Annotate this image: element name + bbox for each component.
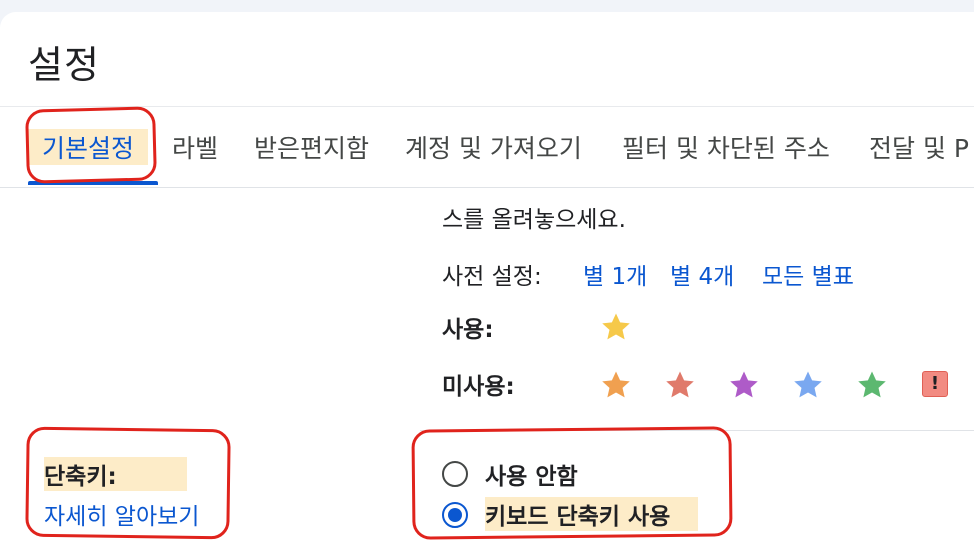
tab-accounts-import[interactable]: 계정 및 가져오기: [405, 129, 582, 165]
star-icon-green[interactable]: [855, 368, 889, 402]
shortcuts-label: 단축키:: [44, 457, 187, 491]
shortcuts-on-label[interactable]: 키보드 단축키 사용: [485, 497, 699, 531]
star-icon-blue[interactable]: [791, 368, 825, 402]
presets-label: 사전 설정:: [442, 264, 542, 290]
page-title: 설정: [28, 43, 100, 87]
settings-panel: 설정 기본설정 라벨 받은편지함 계정 및 가져오기 필터 및 차단된 주소 전…: [0, 12, 974, 552]
active-tab-indicator: [28, 181, 158, 185]
settings-tabs: 기본설정 라벨 받은편지함 계정 및 가져오기 필터 및 차단된 주소 전달 및…: [0, 107, 974, 187]
stars-description: 스를 올려놓으세요.: [442, 207, 626, 233]
shortcuts-on-radio[interactable]: [442, 502, 468, 528]
not-in-use-label: 미사용:: [442, 374, 515, 400]
tab-labels[interactable]: 라벨: [172, 129, 218, 165]
preset-1-star-link[interactable]: 별 1개: [583, 257, 647, 291]
tab-general[interactable]: 기본설정: [28, 129, 149, 165]
tab-filters-blocked[interactable]: 필터 및 차단된 주소: [622, 129, 830, 165]
preset-4-stars-link[interactable]: 별 4개: [670, 257, 734, 291]
shortcuts-off-label[interactable]: 사용 안함: [485, 457, 578, 491]
learn-more-link[interactable]: 자세히 알아보기: [44, 497, 199, 531]
preset-all-stars-link[interactable]: 모든 별표: [762, 257, 854, 291]
tab-inbox[interactable]: 받은편지함: [254, 129, 369, 165]
in-use-label: 사용:: [442, 317, 494, 343]
red-bang-icon[interactable]: !: [922, 371, 948, 397]
star-shape: [602, 313, 630, 340]
star-icon-purple[interactable]: [727, 368, 761, 402]
tab-forwarding[interactable]: 전달 및 P: [869, 129, 969, 165]
section-divider: [420, 430, 974, 431]
star-icon-red[interactable]: [663, 368, 697, 402]
star-icon-yellow[interactable]: [599, 310, 633, 344]
tabs-divider: [0, 187, 974, 188]
shortcuts-off-radio[interactable]: [442, 461, 468, 487]
star-icon-orange[interactable]: [599, 368, 633, 402]
